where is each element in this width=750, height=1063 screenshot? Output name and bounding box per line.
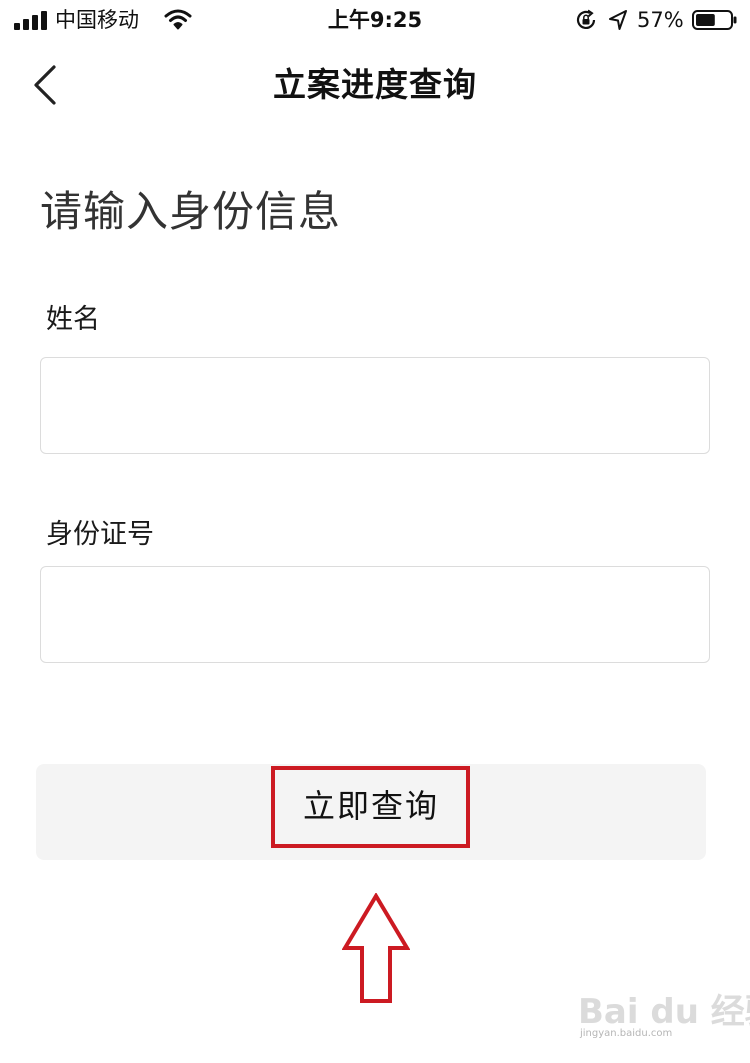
- name-input[interactable]: [40, 357, 710, 454]
- page-title: 立案进度查询: [273, 65, 477, 104]
- nav-bar: 立案进度查询: [0, 50, 750, 120]
- watermark-logo: Bai du 经验: [578, 992, 750, 1032]
- id-number-input[interactable]: [40, 566, 710, 663]
- battery-icon: [692, 10, 737, 30]
- rotation-lock-icon: [576, 9, 596, 29]
- submit-button-label: 立即查询: [302, 787, 439, 825]
- watermark: Bai du 经验 jingyan.baidu.com: [578, 984, 750, 1042]
- arrow-up-icon: [342, 893, 410, 1003]
- status-bar: 中国移动 上午9:25 57%: [0, 0, 750, 40]
- watermark-url: jingyan.baidu.com: [580, 1028, 673, 1039]
- location-icon: [609, 10, 627, 30]
- form-heading: 请输入身份信息: [40, 187, 342, 236]
- submit-button[interactable]: 立即查询: [36, 764, 706, 860]
- battery-percent: 57%: [637, 8, 684, 32]
- name-label: 姓名: [46, 304, 100, 335]
- id-number-label: 身份证号: [46, 519, 154, 550]
